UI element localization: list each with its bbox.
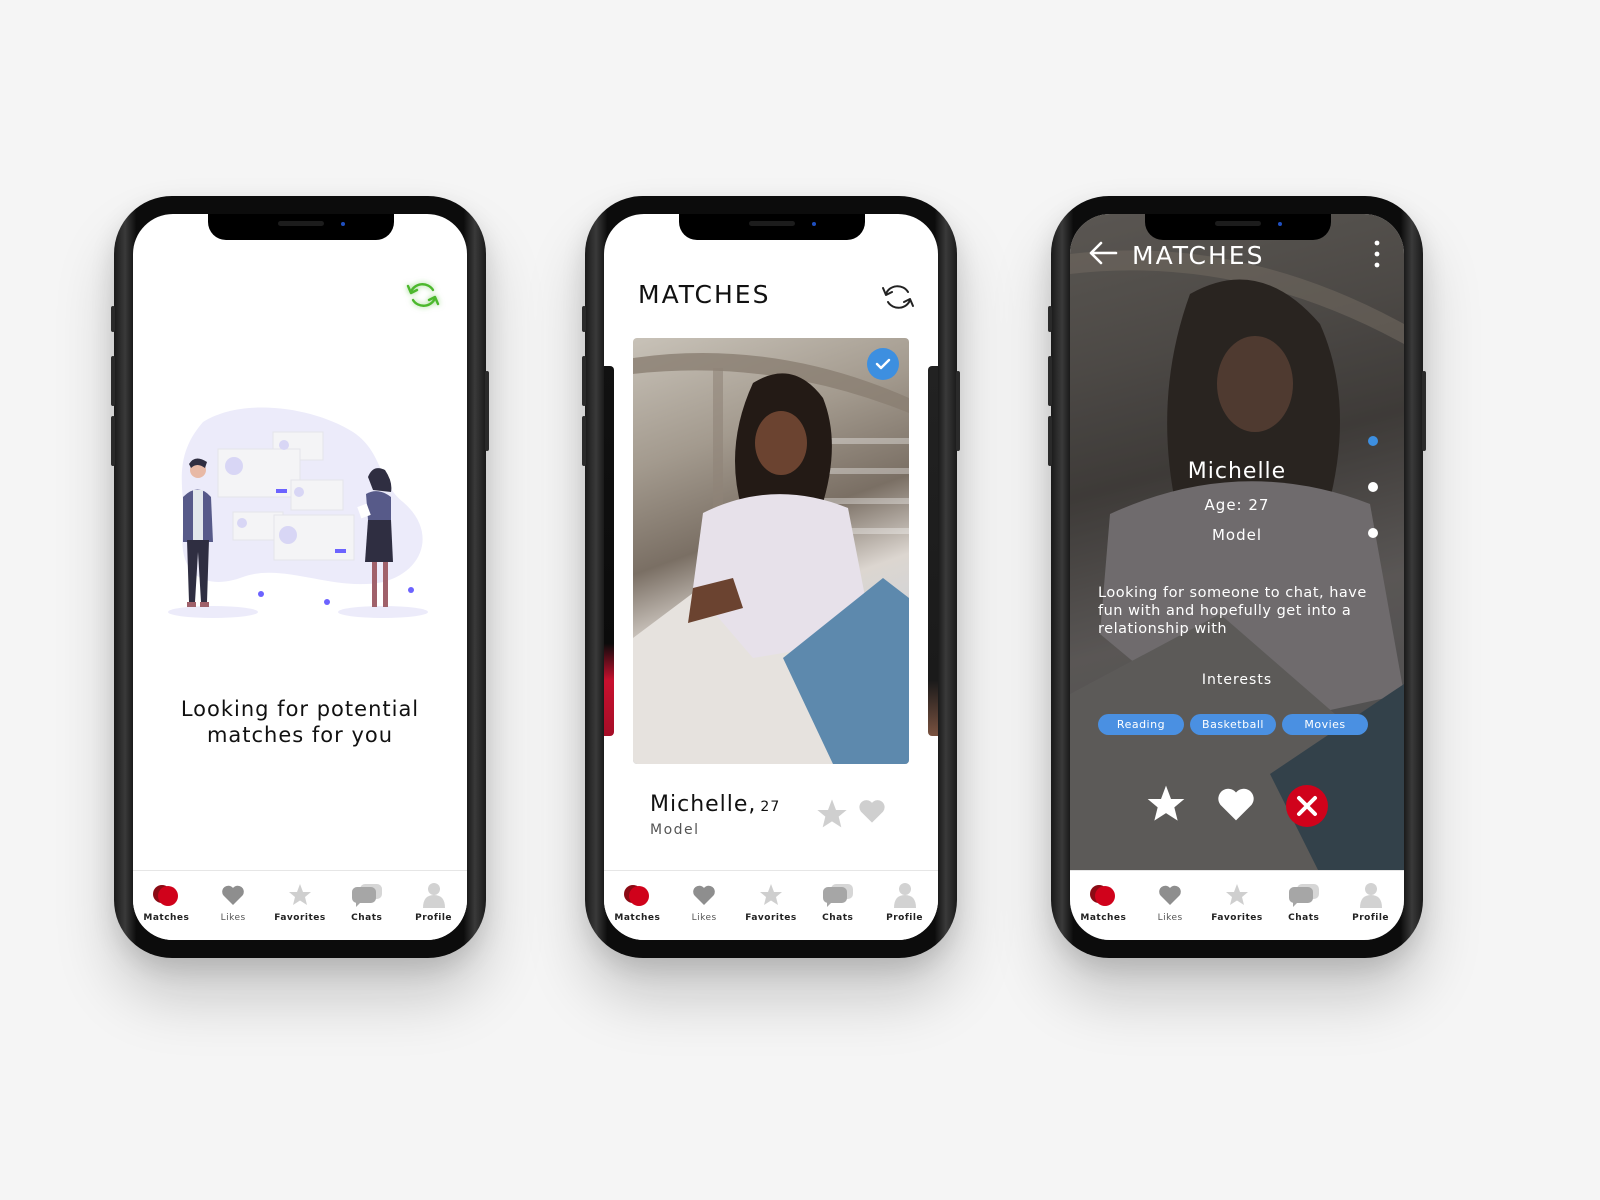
sync-icon[interactable] bbox=[880, 280, 916, 318]
person-icon bbox=[893, 881, 917, 909]
tab-matches[interactable]: Matches bbox=[606, 881, 668, 923]
person-icon bbox=[422, 881, 446, 909]
profile-bio: Looking for someone to chat, have fun wi… bbox=[1098, 585, 1367, 637]
like-button[interactable] bbox=[1216, 786, 1256, 826]
star-icon bbox=[287, 881, 313, 909]
next-card-peek[interactable] bbox=[928, 366, 938, 736]
heart-icon bbox=[691, 881, 717, 909]
match-card-photo[interactable] bbox=[633, 338, 909, 764]
person-icon bbox=[1359, 881, 1383, 909]
sync-icon[interactable] bbox=[405, 278, 441, 316]
tab-profile[interactable]: Profile bbox=[403, 881, 465, 923]
phone-frame-searching: Looking for potential matches for you Ma… bbox=[111, 196, 489, 958]
heart-icon bbox=[1218, 788, 1254, 821]
more-options-button[interactable] bbox=[1374, 240, 1380, 272]
close-icon bbox=[1297, 796, 1317, 816]
tab-matches[interactable]: Matches bbox=[135, 881, 197, 923]
page-title: MATCHES bbox=[638, 280, 771, 309]
bottom-tab-bar: Matches Likes Favorites Chats Profile bbox=[1070, 870, 1404, 940]
matches-icon bbox=[151, 881, 181, 909]
star-icon bbox=[817, 799, 847, 828]
phone-frame-profile-detail: MATCHES Michelle Age: 27 Model Looking f… bbox=[1048, 196, 1426, 958]
interest-tag[interactable]: Basketball bbox=[1190, 714, 1276, 735]
tab-profile[interactable]: Profile bbox=[1340, 881, 1402, 923]
chat-bubbles-icon bbox=[350, 881, 384, 909]
star-icon bbox=[1147, 785, 1185, 821]
tab-likes[interactable]: Likes bbox=[202, 881, 264, 923]
matches-icon bbox=[622, 881, 652, 909]
tab-profile[interactable]: Profile bbox=[874, 881, 936, 923]
notch bbox=[679, 214, 865, 240]
arrow-left-icon bbox=[1089, 241, 1118, 265]
notch bbox=[1145, 214, 1331, 240]
star-icon bbox=[1224, 881, 1250, 909]
like-button[interactable] bbox=[858, 798, 886, 834]
tab-chats[interactable]: Chats bbox=[336, 881, 398, 923]
searching-status-text: Looking for potential matches for you bbox=[180, 697, 420, 747]
star-icon bbox=[758, 881, 784, 909]
heart-icon bbox=[859, 800, 885, 823]
match-occupation: Model bbox=[650, 822, 700, 838]
screen-searching: Looking for potential matches for you Ma… bbox=[133, 214, 467, 940]
verified-badge bbox=[867, 348, 899, 380]
tab-chats[interactable]: Chats bbox=[1273, 881, 1335, 923]
more-vertical-icon bbox=[1374, 240, 1380, 268]
screen-matches: MATCHES Michelle, 27 Model Matches Likes… bbox=[604, 214, 938, 940]
page-title: MATCHES bbox=[1132, 240, 1265, 270]
back-button[interactable] bbox=[1088, 240, 1118, 270]
phone-frame-matches: MATCHES Michelle, 27 Model Matches Likes… bbox=[582, 196, 960, 958]
bottom-tab-bar: Matches Likes Favorites Chats Profile bbox=[133, 870, 467, 940]
match-age: 27 bbox=[760, 799, 781, 815]
match-name: Michelle, 27 bbox=[650, 792, 781, 817]
profile-name: Michelle bbox=[1187, 459, 1287, 484]
favorite-button[interactable] bbox=[1146, 784, 1186, 828]
tab-matches[interactable]: Matches bbox=[1072, 881, 1134, 923]
chat-bubbles-icon bbox=[821, 881, 855, 909]
tab-chats[interactable]: Chats bbox=[807, 881, 869, 923]
heart-icon bbox=[220, 881, 246, 909]
tab-favorites[interactable]: Favorites bbox=[269, 881, 331, 923]
checkmark-icon bbox=[875, 358, 891, 370]
favorite-button[interactable] bbox=[816, 798, 848, 834]
profile-photo bbox=[633, 353, 909, 764]
interest-tag[interactable]: Movies bbox=[1282, 714, 1368, 735]
tab-likes[interactable]: Likes bbox=[1139, 881, 1201, 923]
tab-likes[interactable]: Likes bbox=[673, 881, 735, 923]
interest-tag[interactable]: Reading bbox=[1098, 714, 1184, 735]
matches-icon bbox=[1088, 881, 1118, 909]
pager-dot[interactable] bbox=[1368, 436, 1378, 446]
reject-button[interactable] bbox=[1286, 785, 1328, 827]
previous-card-peek[interactable] bbox=[604, 366, 614, 736]
tab-favorites[interactable]: Favorites bbox=[740, 881, 802, 923]
profile-age: Age: 27 bbox=[1204, 496, 1270, 514]
interest-tags: Reading Basketball Movies bbox=[1098, 714, 1368, 735]
profile-occupation: Model bbox=[1211, 526, 1263, 544]
notch bbox=[208, 214, 394, 240]
tab-favorites[interactable]: Favorites bbox=[1206, 881, 1268, 923]
people-searching-illustration bbox=[163, 402, 433, 636]
heart-icon bbox=[1157, 881, 1183, 909]
interests-heading: Interests bbox=[1201, 672, 1273, 688]
chat-bubbles-icon bbox=[1287, 881, 1321, 909]
screen-profile-detail: MATCHES Michelle Age: 27 Model Looking f… bbox=[1070, 214, 1404, 940]
bottom-tab-bar: Matches Likes Favorites Chats Profile bbox=[604, 870, 938, 940]
